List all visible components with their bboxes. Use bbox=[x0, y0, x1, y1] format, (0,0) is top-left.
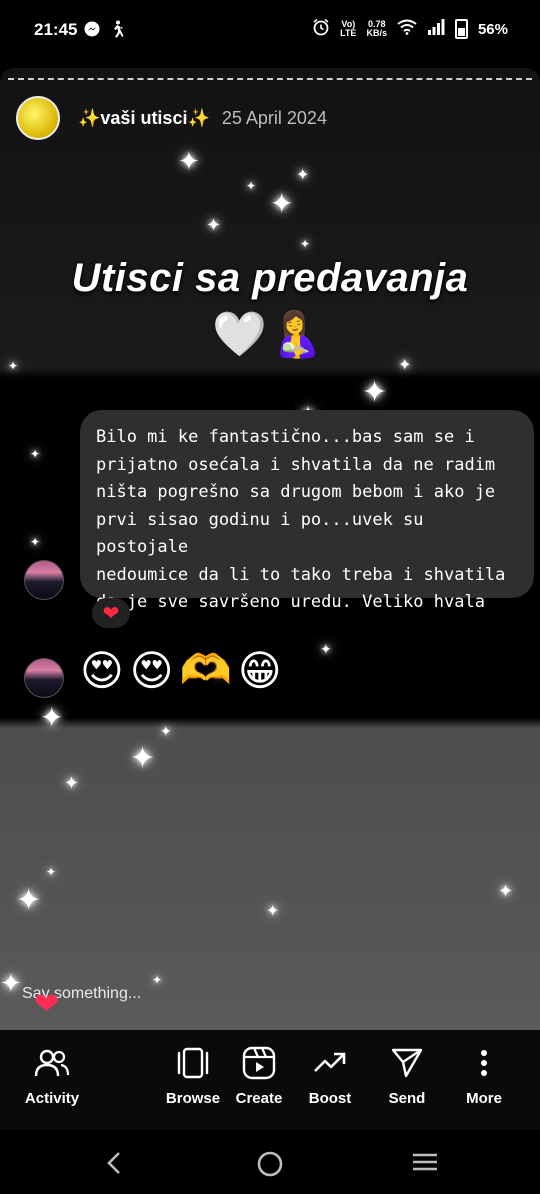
battery-percent: 56% bbox=[477, 20, 508, 38]
message-line: da je sve savršeno uredu. Veliko hvala bbox=[96, 592, 485, 612]
create-button[interactable]: Create bbox=[219, 1046, 299, 1107]
sparkle-icon: ✦ bbox=[30, 447, 41, 461]
wifi-icon bbox=[397, 19, 417, 39]
volte-indicator: Vo) LTE bbox=[340, 19, 357, 38]
status-time: 21:45 bbox=[34, 20, 78, 39]
message-line: prvi sisao godinu i po...uvek su postoja… bbox=[96, 509, 424, 558]
message-line: ništa pogrešno sa drugom bebom i ako je bbox=[96, 482, 496, 502]
sparkle-icon: ✦ bbox=[296, 167, 310, 184]
sparkle-icon: ✦ bbox=[160, 723, 172, 739]
like-heart-icon[interactable]: ❤ bbox=[34, 990, 59, 1020]
status-bar: 21:45 Vo) LTE 0.78 KB/s 56% bbox=[0, 0, 540, 62]
activity-button[interactable]: Activity bbox=[12, 1046, 92, 1107]
sparkle-icon: ✦ bbox=[16, 884, 42, 917]
sparkle-icon: ✦ bbox=[320, 641, 332, 657]
home-icon[interactable] bbox=[256, 1150, 284, 1183]
heart-eyes-emoji: 😍 bbox=[129, 647, 174, 694]
heart-hands-emoji: 🫶 bbox=[179, 646, 232, 693]
emoji-message: 😍 😍 🫶 😁 bbox=[80, 646, 282, 695]
title-emojis: 🤍 🤱 bbox=[212, 308, 324, 360]
sparkle-icon: ✦ bbox=[362, 376, 388, 409]
sparkle-icon: ✦ bbox=[266, 903, 280, 920]
back-icon[interactable] bbox=[104, 1150, 124, 1181]
account-name[interactable]: ✨vaši utisci✨ bbox=[78, 108, 210, 129]
story-progress-bar bbox=[8, 78, 532, 80]
system-nav-bar bbox=[0, 1132, 540, 1194]
message-reaction: ❤ bbox=[92, 598, 130, 628]
story-header: ✨vaši utisci✨ 25 April 2024 bbox=[16, 96, 327, 140]
story-title: Utisci sa predavanja bbox=[71, 256, 469, 300]
sparkle-icon: ✦ bbox=[46, 865, 57, 879]
grinning-emoji: 😁 bbox=[237, 647, 282, 694]
people-icon bbox=[12, 1046, 92, 1080]
sender-avatar bbox=[24, 658, 64, 698]
heart-reaction-icon: ❤ bbox=[102, 602, 120, 625]
alarm-icon bbox=[312, 18, 330, 40]
message-bubble: Bilo mi ke fantastično...bas sam se i pr… bbox=[80, 410, 534, 612]
boost-label: Boost bbox=[308, 1090, 352, 1107]
trending-up-icon bbox=[290, 1046, 370, 1080]
sparkle-icon: ✦ bbox=[246, 179, 257, 193]
boost-button[interactable]: Boost bbox=[290, 1046, 370, 1107]
message-line: Bilo mi ke fantastično...bas sam se i bbox=[96, 427, 475, 447]
more-label: More bbox=[466, 1090, 502, 1107]
breastfeeding-emoji: 🤱 bbox=[268, 310, 324, 359]
story-card[interactable]: ✨vaši utisci✨ 25 April 2024 ✦ ✦ ✦ ✦ ✦ ✦ … bbox=[0, 68, 540, 1030]
sparkle-icon: ✦ bbox=[40, 702, 64, 733]
recents-icon[interactable] bbox=[411, 1150, 439, 1179]
message-line: prijatno osećala i shvatila da ne radim bbox=[96, 454, 496, 475]
sparkle-icon: ✦ bbox=[0, 968, 22, 998]
walking-icon bbox=[110, 20, 124, 43]
account-avatar[interactable] bbox=[16, 96, 60, 140]
sparkle-icon: ✦ bbox=[178, 146, 200, 176]
sparkle-icon: ✦ bbox=[64, 773, 80, 793]
more-button[interactable]: More bbox=[444, 1046, 524, 1107]
battery-icon bbox=[454, 19, 468, 39]
network-speed: 0.78 KB/s bbox=[366, 19, 387, 38]
sparkle-icon: ✦ bbox=[398, 357, 412, 374]
activity-label: Activity bbox=[24, 1090, 80, 1107]
create-label: Create bbox=[235, 1090, 283, 1107]
send-icon bbox=[367, 1046, 447, 1080]
sparkle-icon: ✦ bbox=[8, 359, 19, 373]
sparkle-icon: ✦ bbox=[300, 237, 311, 251]
sparkle-icon: ✦ bbox=[270, 188, 294, 219]
white-heart-emoji: 🤍 bbox=[212, 310, 267, 359]
sparkle-icon: ✦ bbox=[152, 973, 163, 987]
message-line: nedoumice da li to tako treba i shvatila bbox=[96, 564, 506, 585]
send-label: Send bbox=[388, 1090, 426, 1107]
sparkle-icon: ✦ bbox=[498, 881, 514, 901]
more-vertical-icon bbox=[444, 1046, 524, 1080]
story-action-bar: Activity Browse Create Boost Send More bbox=[0, 1030, 540, 1130]
signal-icon bbox=[427, 19, 445, 39]
messenger-icon bbox=[84, 21, 100, 42]
story-date: 25 April 2024 bbox=[221, 107, 327, 128]
sender-avatar bbox=[24, 560, 64, 600]
reel-create-icon bbox=[219, 1046, 299, 1080]
send-button[interactable]: Send bbox=[367, 1046, 447, 1107]
sparkle-icon: ✦ bbox=[30, 535, 41, 549]
sparkle-icon: ✦ bbox=[130, 742, 156, 775]
sparkle-icon: ✦ bbox=[206, 215, 222, 235]
heart-eyes-emoji: 😍 bbox=[80, 647, 124, 694]
